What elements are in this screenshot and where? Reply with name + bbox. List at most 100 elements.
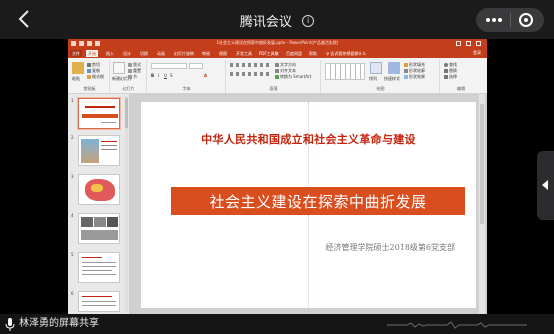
paste-icon[interactable] (72, 62, 84, 74)
ppt-title-bar: 1社会主义建设在探索中曲折发展.pptx - PowerPoint(产品激活失败… (68, 39, 487, 49)
font-color-button[interactable]: A (204, 73, 207, 78)
slide-heading: 中华人民共和国成立和社会主义革命与建设 (201, 133, 416, 146)
group-label: 剪贴板 (83, 86, 96, 91)
align-text-button[interactable]: 对齐文本 (275, 68, 296, 73)
tab-help[interactable]: 帮助 (307, 50, 319, 57)
cursor-icon (444, 75, 448, 79)
shadow-button[interactable]: S (170, 73, 173, 78)
cut-button[interactable]: 剪切 (87, 62, 100, 67)
tab-review[interactable]: 审阅 (200, 50, 212, 57)
slide-thumbnails-pane: 1 2 3 4 5 6 (68, 94, 130, 314)
close-icon[interactable] (476, 41, 481, 46)
smartart-button[interactable]: 转换为 SmartArt (275, 74, 311, 79)
pen-icon (404, 69, 408, 73)
tab-design[interactable]: 设计 (121, 50, 133, 57)
replace-button[interactable]: 替换 (444, 68, 457, 73)
thumbnail-number: 6 (71, 291, 74, 296)
paste-button[interactable]: 粘贴 (72, 76, 80, 81)
current-slide[interactable]: 中华人民共和国成立和社会主义革命与建设 社会主义建设在探索中曲折发展 经济管理学… (141, 102, 476, 308)
section-icon (128, 75, 132, 79)
align-buttons[interactable] (230, 72, 270, 76)
tab-slideshow[interactable]: 幻灯片放映 (172, 50, 196, 57)
quick-styles-icon[interactable] (388, 62, 400, 74)
shape-effects-button[interactable]: 形状效果 (404, 74, 425, 79)
shape-outline-button[interactable]: 形状轮廓 (404, 68, 425, 73)
group-editing: 查找 替换 选择 编辑 (441, 60, 481, 93)
slide-thumbnail-6[interactable] (78, 291, 120, 312)
ppt-document-title: 1社会主义建设在探索中曲折发展.pptx - PowerPoint(产品激活失败… (216, 40, 339, 45)
section-button[interactable]: 节 (128, 74, 137, 79)
slide-thumbnail-4[interactable] (78, 213, 120, 244)
screen-share-label: 林泽勇的屏幕共享 (19, 318, 99, 329)
tab-insert[interactable]: 插入 (104, 50, 116, 57)
thumbnail-number: 2 (71, 135, 74, 140)
slide-title-band: 社会主义建设在探索中曲折发展 (171, 187, 465, 215)
slide-thumbnail-2[interactable] (78, 135, 120, 166)
thumbnail-number: 1 (71, 98, 74, 103)
tab-baidu-netdisk[interactable]: 百度网盘 (284, 50, 304, 57)
group-label: 幻灯片 (122, 86, 135, 91)
tell-me-search[interactable]: ♀ 告诉我你想要做什么 (324, 50, 368, 57)
format-painter-button[interactable]: 格式刷 (87, 74, 104, 79)
group-label: 绘图 (376, 86, 385, 91)
shared-screen: 1社会主义建设在探索中曲折发展.pptx - PowerPoint(产品激活失败… (0, 39, 554, 314)
slide-thumbnail-5[interactable] (78, 252, 120, 283)
thumbnail-number: 4 (71, 213, 74, 218)
text-direction-button[interactable]: 文字方向 (275, 62, 296, 67)
reset-button[interactable]: 重置 (128, 68, 141, 73)
thumbnails-scrollbar[interactable] (125, 96, 128, 312)
maximize-icon[interactable] (466, 41, 471, 46)
slide-canvas: 中华人民共和国成立和社会主义革命与建设 社会主义建设在探索中曲折发展 经济管理学… (130, 94, 487, 314)
tab-pdf-tools[interactable]: PDF工具集 (257, 50, 281, 57)
arrange-button[interactable]: 排列 (369, 76, 377, 81)
font-size-select[interactable] (189, 63, 203, 69)
align-text-icon (275, 69, 279, 73)
powerpoint-window: 1社会主义建设在探索中曲折发展.pptx - PowerPoint(产品激活失败… (68, 39, 487, 314)
ribbon-home: 粘贴 剪切 复制 格式刷 剪贴板 新建幻灯片 版式 重置 节 幻灯片 B I U… (68, 58, 487, 94)
search-icon (444, 63, 448, 67)
slide-scrollbar[interactable] (479, 94, 485, 314)
underline-button[interactable]: U (164, 73, 167, 78)
side-panel-toggle[interactable] (537, 151, 554, 220)
tab-transitions[interactable]: 切换 (138, 50, 150, 57)
layout-button[interactable]: 版式 (128, 62, 141, 67)
find-button[interactable]: 查找 (444, 62, 457, 67)
select-button[interactable]: 选择 (444, 74, 457, 79)
thumbnail-number: 5 (71, 252, 74, 257)
tab-animations[interactable]: 动画 (155, 50, 167, 57)
share-status-bar: 林泽勇的屏幕共享 (0, 314, 554, 334)
miniprogram-capsule (476, 8, 544, 32)
sign-in-link[interactable]: 登录 (473, 50, 481, 56)
font-name-select[interactable] (151, 63, 187, 69)
minimize-icon[interactable] (456, 41, 461, 46)
copy-icon (87, 69, 91, 73)
group-paragraph: 文字方向 对齐文本 转换为 SmartArt 段落 (227, 60, 321, 93)
tab-developer[interactable]: 开发工具 (234, 50, 254, 57)
tab-home[interactable]: 开始 (86, 50, 98, 57)
effects-icon (404, 75, 408, 79)
new-slide-icon[interactable] (113, 62, 125, 74)
slide-thumbnail-3[interactable] (78, 174, 120, 205)
list-buttons[interactable] (230, 63, 270, 67)
copy-button[interactable]: 复制 (87, 68, 100, 73)
tab-file[interactable]: 文件 (70, 50, 82, 57)
shape-fill-button[interactable]: 形状填充 (404, 62, 425, 67)
more-dots-icon[interactable] (486, 18, 502, 22)
bold-button[interactable]: B (151, 73, 154, 78)
paint-bucket-icon (404, 63, 408, 67)
info-icon[interactable]: i (302, 14, 315, 27)
tab-view[interactable]: 视图 (217, 50, 229, 57)
italic-button[interactable]: I (158, 73, 159, 78)
quick-styles-button[interactable]: 快速样式 (384, 76, 400, 81)
brush-icon (87, 75, 91, 79)
shapes-gallery[interactable] (325, 63, 365, 80)
microphone-icon[interactable] (5, 318, 15, 331)
caret-left-icon (542, 180, 548, 190)
slide-thumbnail-1[interactable] (78, 98, 120, 129)
meeting-title-text: 腾讯会议 (239, 15, 292, 30)
target-close-icon[interactable] (519, 13, 533, 27)
group-clipboard: 粘贴 剪切 复制 格式刷 剪贴板 (70, 60, 110, 93)
meeting-title: 腾讯会议 i (0, 11, 554, 30)
arrange-icon[interactable] (370, 62, 382, 74)
layout-icon (128, 63, 132, 67)
